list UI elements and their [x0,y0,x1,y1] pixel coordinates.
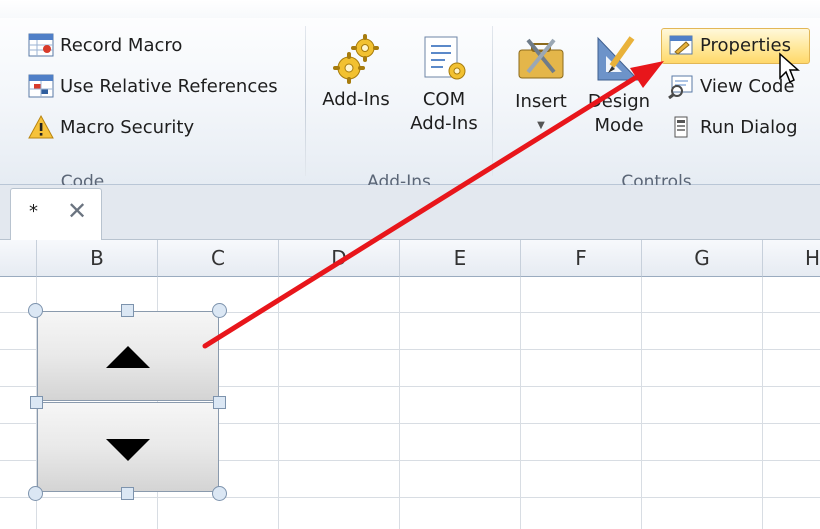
addins-group: Add-Ins COM Add-Ins Add-Ins [306,18,492,192]
column-header-h[interactable]: H [763,240,820,277]
column-header-g[interactable]: G [642,240,763,277]
com-addins-label-line1: COM [422,89,466,110]
resize-handle[interactable] [28,486,43,501]
resize-handle[interactable] [28,303,43,318]
macro-security-label: Macro Security [60,116,195,138]
insert-button[interactable]: Insert ▼ [505,32,577,138]
addins-button[interactable]: Add-Ins [316,34,396,112]
design-mode-icon [592,32,646,86]
view-code-icon [668,73,694,100]
column-header-d[interactable]: D [279,240,400,277]
resize-handle[interactable] [30,396,43,409]
properties-button[interactable]: Properties [668,32,791,58]
ribbon: Record Macro Use Relative References Mac… [0,0,820,192]
record-macro-button[interactable]: Record Macro [28,32,182,58]
gears-icon [332,34,380,84]
resize-handle[interactable] [212,486,227,501]
gridline [641,277,642,529]
up-arrow-icon [106,346,150,368]
record-macro-icon [28,32,54,58]
properties-icon [668,32,694,58]
com-addins-button[interactable]: COM Add-Ins [404,34,484,136]
gridline [762,277,763,529]
design-mode-label-line2: Mode [594,115,644,136]
gridline [278,277,279,529]
column-header-f[interactable]: F [521,240,642,277]
gridline [520,277,521,529]
spin-button-control[interactable] [37,311,219,493]
document-tab[interactable]: * ✕ [10,188,102,240]
use-relative-references-button[interactable]: Use Relative References [28,73,278,99]
design-mode-label-line1: Design [587,91,651,112]
toolbox-icon [514,32,568,86]
resize-handle[interactable] [121,304,134,317]
record-macro-label: Record Macro [60,34,183,56]
spin-down-button[interactable] [37,402,219,492]
resize-handle[interactable] [121,487,134,500]
insert-label: Insert [515,91,567,112]
design-mode-button[interactable]: Design Mode [581,32,657,138]
resize-handle[interactable] [212,303,227,318]
mouse-pointer-icon [779,52,800,84]
column-header-e[interactable]: E [400,240,521,277]
resize-handle[interactable] [213,396,226,409]
gridline [399,277,400,529]
run-dialog-label: Run Dialog [700,116,798,138]
down-arrow-icon [106,439,150,461]
column-header-b[interactable]: B [37,240,158,277]
insert-dropdown-icon: ▼ [537,120,545,131]
unsaved-indicator: * [29,201,38,222]
column-header-c[interactable]: C [158,240,279,277]
column-header-left-stub [0,240,37,277]
relative-references-icon [28,73,54,99]
close-icon[interactable]: ✕ [67,197,87,225]
warning-icon [28,114,54,140]
document-tab-strip: * ✕ [0,185,820,240]
spin-up-button[interactable] [37,311,219,401]
code-group: Record Macro Use Relative References Mac… [0,18,305,192]
addins-label: Add-Ins [322,89,390,110]
run-dialog-button[interactable]: Run Dialog [668,114,798,140]
com-addins-icon [419,34,469,84]
macro-security-button[interactable]: Macro Security [28,114,194,140]
ribbon-top-edge [0,0,820,18]
view-code-button[interactable]: View Code [668,73,795,100]
use-relative-references-label: Use Relative References [60,75,278,97]
run-dialog-icon [668,114,694,140]
com-addins-label-line2: Add-Ins [410,113,478,134]
